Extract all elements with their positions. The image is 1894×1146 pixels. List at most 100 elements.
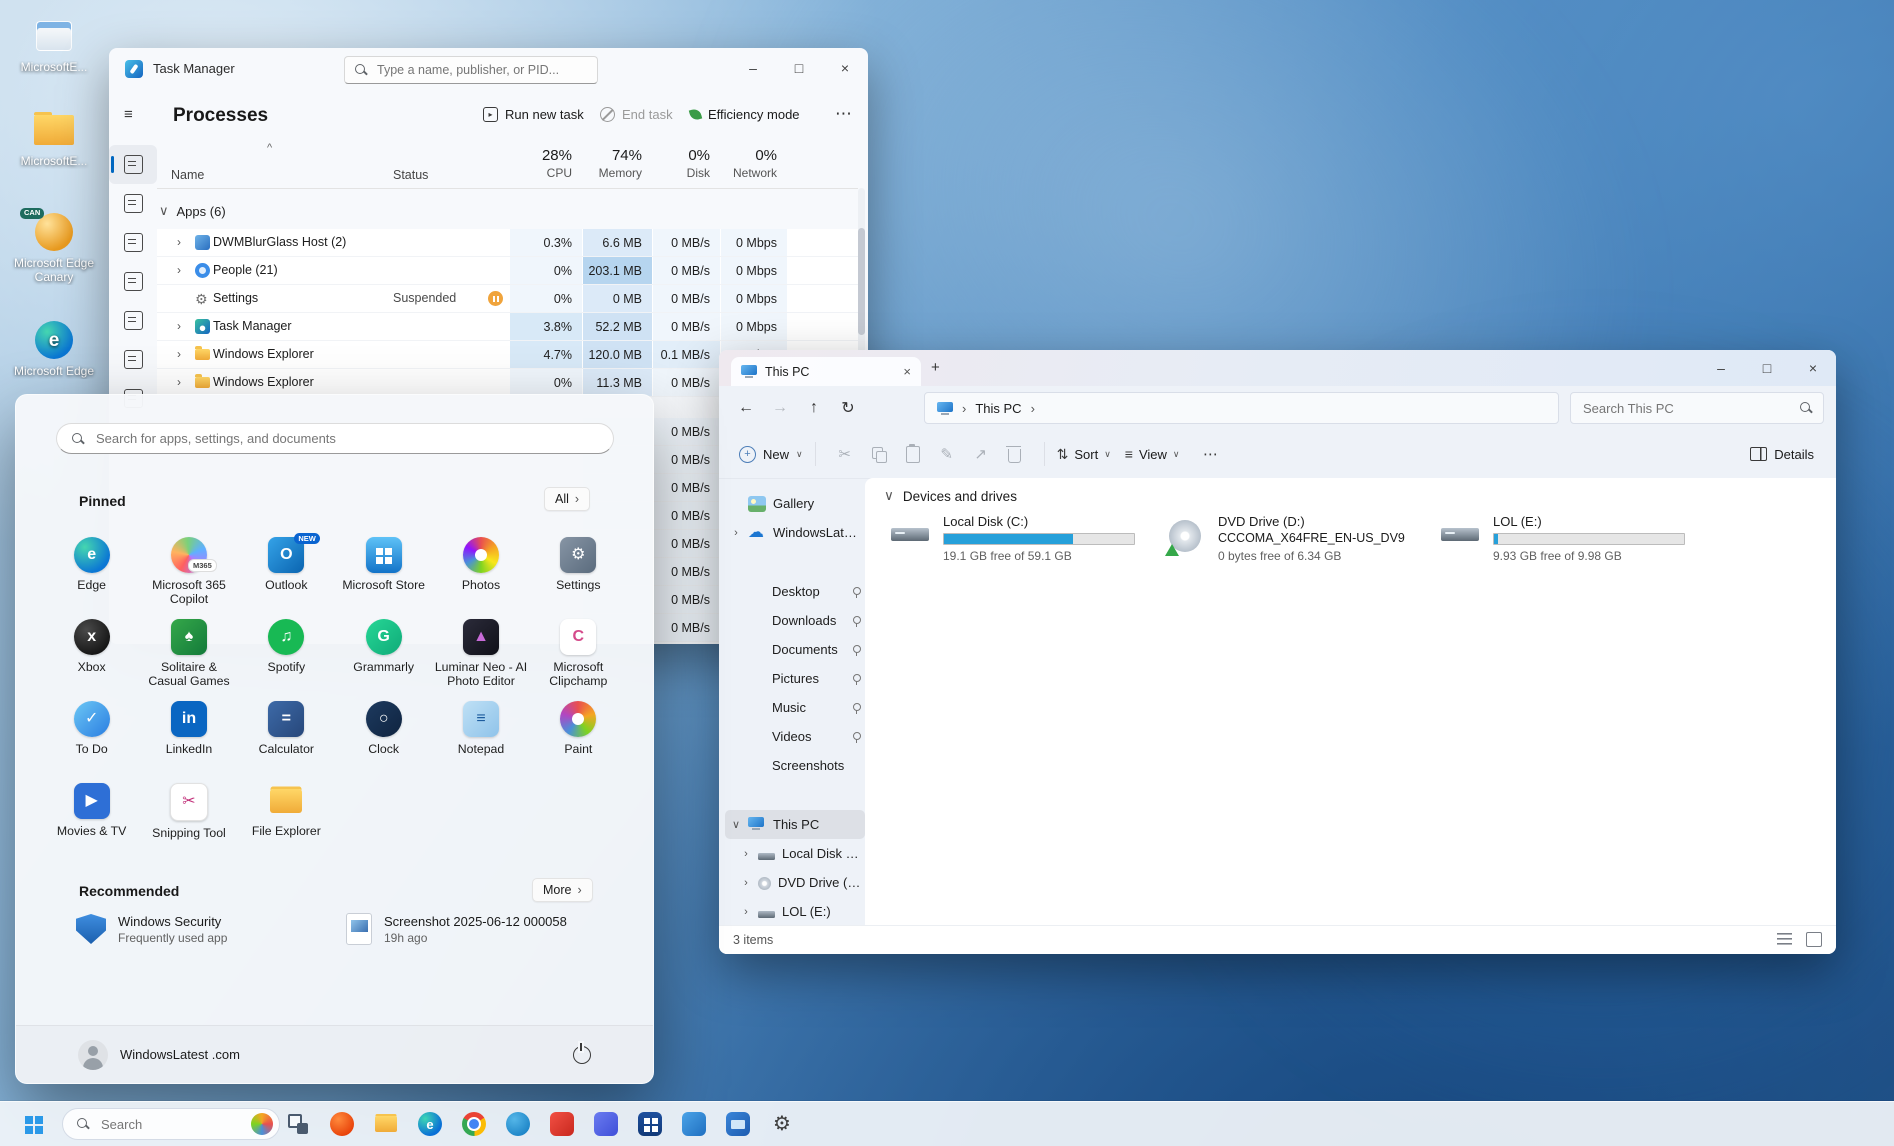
taskbar-app-button[interactable]: [540, 1104, 584, 1144]
table-row[interactable]: › People (21) 0% 203.1 MB 0 MB/s 0 Mbps: [157, 257, 858, 285]
table-row[interactable]: Settings Suspended 0% 0 MB 0 MB/s 0 Mbps: [157, 285, 858, 313]
forward-button[interactable]: →: [763, 399, 797, 417]
run-new-task-button[interactable]: ▸ Run new task: [483, 107, 584, 122]
sidebar-item[interactable]: Music: [725, 693, 865, 722]
sidebar-item[interactable]: › Local Disk (C:): [725, 839, 865, 868]
close-button[interactable]: ×: [822, 48, 868, 88]
task-manager-search-input[interactable]: [375, 62, 588, 78]
column-status[interactable]: Status: [393, 168, 428, 182]
pinned-app-tile[interactable]: Microsoft Store: [335, 533, 432, 611]
pinned-app-tile[interactable]: File Explorer: [238, 779, 335, 857]
search-highlight-icon[interactable]: [251, 1113, 273, 1135]
pinned-app-tile[interactable]: O NEW Outlook: [238, 533, 335, 611]
startup-apps-icon[interactable]: [109, 262, 157, 301]
minimize-button[interactable]: –: [730, 48, 776, 88]
chevron-icon[interactable]: ›: [741, 848, 751, 860]
pinned-app-tile[interactable]: C Microsoft Clipchamp: [530, 615, 627, 693]
address-bar[interactable]: › This PC ›: [924, 392, 1559, 424]
desktop-shortcut[interactable]: e Microsoft Edge: [8, 318, 100, 379]
sidebar-item[interactable]: Screenshots: [725, 751, 865, 780]
table-row[interactable]: › Task Manager 3.8% 52.2 MB 0 MB/s 0 Mbp…: [157, 313, 858, 341]
chevron-right-icon[interactable]: ›: [177, 263, 181, 277]
chevron-right-icon[interactable]: ›: [177, 235, 181, 249]
chevron-right-icon[interactable]: ›: [177, 347, 181, 361]
taskbar-app-button[interactable]: [320, 1104, 364, 1144]
all-apps-button[interactable]: All ›: [544, 487, 590, 511]
more-options-button[interactable]: ⋯: [835, 104, 852, 124]
chevron-right-icon[interactable]: ›: [177, 375, 181, 389]
task-manager-titlebar[interactable]: Task Manager – □ ×: [109, 48, 868, 90]
chevron-right-icon[interactable]: ›: [177, 319, 181, 333]
pinned-app-tile[interactable]: ≡ Notepad: [432, 697, 529, 775]
sidebar-item[interactable]: Videos: [725, 722, 865, 751]
rename-button[interactable]: ✎: [930, 445, 964, 463]
sidebar-item[interactable]: › DVD Drive (D:): [725, 868, 865, 897]
pinned-app-tile[interactable]: ○ Clock: [335, 697, 432, 775]
taskbar-app-button[interactable]: e: [408, 1104, 452, 1144]
task-manager-search[interactable]: [344, 56, 598, 84]
hamburger-menu-icon[interactable]: ≡: [124, 106, 133, 123]
refresh-button[interactable]: ↻: [831, 398, 865, 418]
section-devices-and-drives[interactable]: ∨ Devices and drives: [884, 488, 1017, 504]
pinned-app-tile[interactable]: ▲ Luminar Neo - AI Photo Editor: [432, 615, 529, 693]
minimize-button[interactable]: –: [1698, 350, 1744, 386]
cut-button[interactable]: ✂: [828, 445, 862, 463]
breadcrumb-chevron-icon[interactable]: ›: [1031, 401, 1035, 416]
taskbar-app-button[interactable]: [364, 1104, 408, 1144]
table-row[interactable]: › DWMBlurGlass Host (2) 0.3% 6.6 MB 0 MB…: [157, 229, 858, 257]
view-button[interactable]: ≡ View ∨: [1125, 446, 1180, 462]
sidebar-item[interactable]: Desktop: [725, 577, 865, 606]
pinned-app-tile[interactable]: in LinkedIn: [140, 697, 237, 775]
pinned-app-tile[interactable]: Paint: [530, 697, 627, 775]
pinned-app-tile[interactable]: ✂ Snipping Tool: [140, 779, 237, 857]
start-button[interactable]: [12, 1104, 54, 1144]
users-icon[interactable]: [109, 301, 157, 340]
pinned-app-tile[interactable]: ♫ Spotify: [238, 615, 335, 693]
process-group-apps[interactable]: ∨ Apps (6): [157, 196, 858, 226]
delete-button[interactable]: [998, 446, 1032, 463]
taskbar-app-button[interactable]: [628, 1104, 672, 1144]
sidebar-item[interactable]: ∨ This PC: [725, 810, 865, 839]
tab-this-pc[interactable]: This PC ×: [731, 357, 921, 386]
column-disk[interactable]: 0% Disk: [652, 144, 720, 188]
file-explorer-tabbar[interactable]: This PC × + – □ ×: [719, 350, 1836, 386]
close-button[interactable]: ×: [1790, 350, 1836, 386]
pinned-app-tile[interactable]: G Grammarly: [335, 615, 432, 693]
thumbnail-view-toggle-icon[interactable]: [1806, 932, 1822, 947]
taskbar-search[interactable]: [62, 1108, 280, 1140]
drive-item[interactable]: DVD Drive (D:) CCCOMA_X64FRE_EN-US_DV9 0…: [1159, 508, 1420, 569]
power-button[interactable]: [573, 1046, 591, 1064]
taskbar-app-button[interactable]: ⚙: [760, 1104, 804, 1144]
pinned-app-tile[interactable]: ▶ Movies & TV: [43, 779, 140, 857]
desktop-shortcut[interactable]: MicrosoftE...: [8, 108, 100, 169]
chevron-icon[interactable]: ›: [731, 527, 741, 539]
tab-close-icon[interactable]: ×: [903, 364, 911, 379]
taskbar-search-input[interactable]: [99, 1116, 213, 1133]
sidebar-item[interactable]: › LOL (E:): [725, 897, 865, 926]
start-search-input[interactable]: [94, 430, 599, 447]
performance-icon[interactable]: [109, 184, 157, 223]
recommended-item[interactable]: Windows Security Frequently used app: [76, 913, 346, 945]
chevron-icon[interactable]: ∨: [731, 818, 741, 831]
pinned-app-tile[interactable]: ⚙ Settings: [530, 533, 627, 611]
file-list-area[interactable]: ∨ Devices and drives Local Disk (C:) 19.…: [865, 478, 1836, 926]
end-task-button[interactable]: End task: [600, 107, 673, 122]
taskbar-app-button[interactable]: [672, 1104, 716, 1144]
pinned-app-tile[interactable]: ♠ Solitaire & Casual Games: [140, 615, 237, 693]
pinned-app-tile[interactable]: Photos: [432, 533, 529, 611]
efficiency-mode-button[interactable]: Efficiency mode: [690, 107, 800, 122]
pinned-app-tile[interactable]: ✓ To Do: [43, 697, 140, 775]
sort-button[interactable]: ⇅ Sort ∨: [1057, 446, 1111, 463]
chevron-icon[interactable]: ›: [741, 906, 751, 918]
up-button[interactable]: ↑: [797, 399, 831, 417]
drive-item[interactable]: LOL (E:) 9.93 GB free of 9.98 GB: [1434, 508, 1695, 569]
chevron-icon[interactable]: ›: [741, 877, 751, 889]
sidebar-item[interactable]: Gallery: [725, 489, 865, 518]
sidebar-item[interactable]: › WindowsLatest: [725, 518, 865, 547]
sidebar-item[interactable]: Downloads: [725, 606, 865, 635]
new-tab-button[interactable]: +: [931, 359, 940, 376]
taskbar-app-button[interactable]: [496, 1104, 540, 1144]
pinned-app-tile[interactable]: = Calculator: [238, 697, 335, 775]
sidebar-item[interactable]: Documents: [725, 635, 865, 664]
maximize-button[interactable]: □: [776, 48, 822, 88]
